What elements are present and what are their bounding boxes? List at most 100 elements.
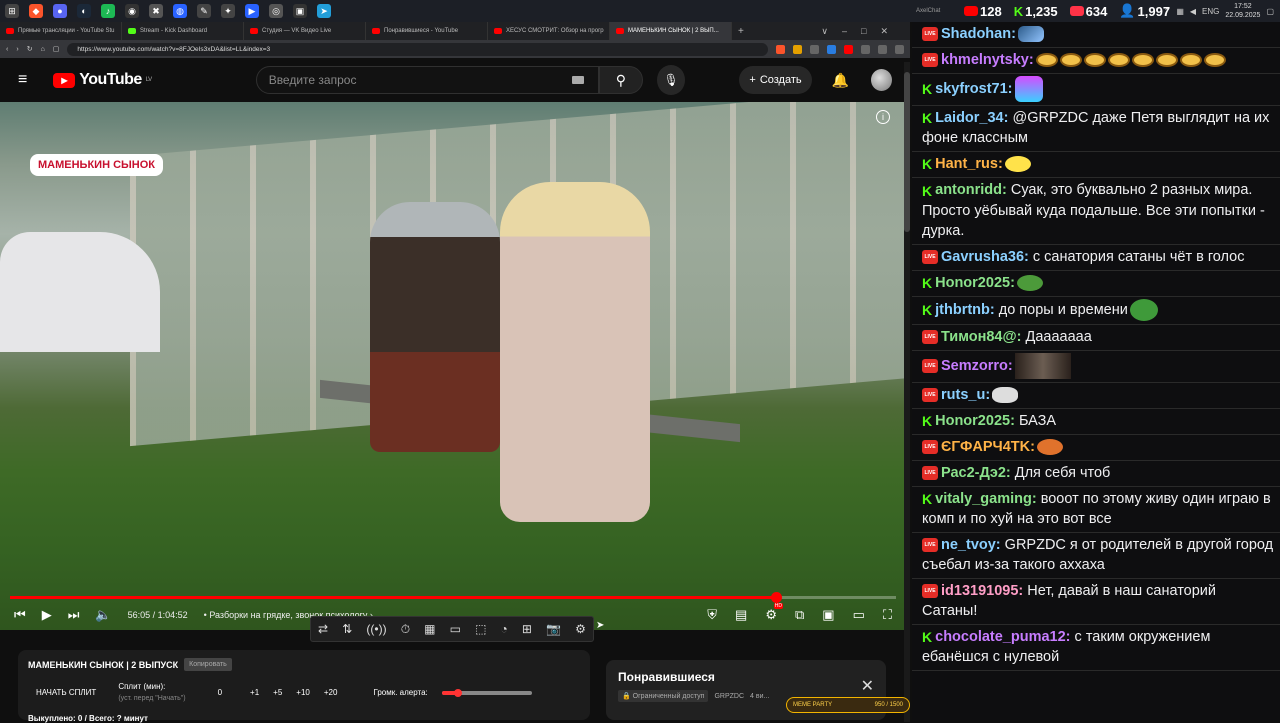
close-icon[interactable]: ✕ — [861, 676, 874, 696]
browser-tab[interactable]: Прямые трансляции - YouTube Stu — [0, 22, 122, 40]
alert-volume-knob[interactable] — [453, 688, 462, 697]
url-field[interactable]: https://www.youtube.com/watch?v=8FJOeIs3… — [67, 42, 768, 56]
window-controls[interactable]: ∨–□✕ — [821, 26, 910, 37]
steam-icon[interactable]: ◐ — [77, 4, 91, 18]
chat-username[interactable]: ne_tvoy: — [941, 537, 1001, 553]
chat-username[interactable]: Honor2025: — [935, 413, 1015, 429]
chat-username[interactable]: Hant_rus: — [935, 156, 1003, 172]
new-tab-button[interactable]: + — [738, 26, 744, 37]
sort-icon[interactable]: ⇅ — [342, 622, 352, 636]
app-icon[interactable]: ✖ — [149, 4, 163, 18]
chat-username[interactable]: ruts_u: — [941, 387, 990, 403]
scrollbar-thumb[interactable] — [904, 72, 910, 232]
browser-tab[interactable]: ХЕСУС СМОТРИТ: Обзор на прогр — [488, 22, 610, 40]
speed-icon[interactable]: ⏱ — [401, 622, 410, 637]
hamburger-menu-icon[interactable]: ≡ — [18, 71, 33, 89]
back-icon[interactable]: ‹ — [6, 46, 8, 53]
create-button[interactable]: + Создать — [739, 66, 812, 94]
play-icon[interactable]: ▶ — [42, 607, 52, 623]
browser-tab[interactable]: Stream - Kick Dashboard — [122, 22, 244, 40]
subtitles-icon[interactable]: ▤ — [735, 607, 747, 623]
browser-tab-active[interactable]: МАМЕНЬКИН СЫНОК | 2 ВЫП... — [610, 22, 732, 40]
chat-username[interactable]: id13191095: — [941, 583, 1023, 599]
browser-tab[interactable]: Студия — VK Видео Live — [244, 22, 366, 40]
settings-icon[interactable]: ⚙ — [765, 603, 783, 623]
chat-username[interactable]: khmelnytsky: — [941, 52, 1034, 68]
brave-icon[interactable]: ◆ — [29, 4, 43, 18]
extension-icon[interactable] — [793, 44, 802, 54]
audio-icon[interactable]: ((•)) — [366, 622, 386, 636]
miniplayer-icon[interactable]: ⧉ — [795, 607, 804, 623]
app-icon[interactable]: ▶ — [245, 4, 259, 18]
add-icon[interactable]: ⊞ — [522, 622, 532, 636]
app-icon[interactable]: ✎ — [197, 4, 211, 18]
home-icon[interactable]: ⌂ — [41, 46, 45, 53]
settings-icon[interactable]: ⚙ — [575, 622, 586, 636]
crop-icon[interactable]: ⬚ — [475, 622, 486, 636]
chat-username[interactable]: Shadohan: — [941, 26, 1016, 42]
chat-username[interactable]: Semzorro: — [941, 358, 1013, 374]
telegram-icon[interactable]: ➤ — [317, 4, 331, 18]
pip-icon[interactable]: ▣ — [822, 607, 834, 623]
chat-username[interactable]: Gavrusha36: — [941, 249, 1029, 265]
chat-username[interactable]: chocolate_puma12: — [935, 629, 1070, 645]
start-split-button[interactable]: НАЧАТЬ СПЛИТ — [28, 688, 104, 697]
fullscreen-icon[interactable]: ⛶ — [883, 607, 892, 623]
extension-icon[interactable] — [861, 44, 870, 54]
browser-tab[interactable]: Понравившиеся - YouTube — [366, 22, 488, 40]
bell-icon[interactable]: 🔔 — [832, 72, 849, 89]
windows-icon[interactable]: ⊞ — [5, 4, 19, 18]
voice-search-button[interactable]: 🎙 — [656, 65, 686, 95]
app-icon[interactable]: ◎ — [269, 4, 283, 18]
progress-bar[interactable] — [10, 592, 896, 603]
aspect-icon[interactable]: ▭ — [450, 622, 461, 636]
add-5-button[interactable]: +5 — [273, 688, 282, 697]
obs-icon[interactable]: ◉ — [125, 4, 139, 18]
search-button[interactable]: ⚲ — [598, 66, 643, 94]
reload-icon[interactable]: ↻ — [27, 45, 33, 53]
scrollbar[interactable] — [904, 62, 910, 722]
discord-icon[interactable]: ● — [53, 4, 67, 18]
add-1-button[interactable]: +1 — [250, 688, 259, 697]
chat-username[interactable]: Рас2-Дэ2: — [941, 465, 1011, 481]
menu-icon[interactable] — [895, 44, 904, 54]
sponsorblock-icon[interactable]: ⛨ — [707, 607, 717, 623]
chat-username[interactable]: antonridd: — [935, 182, 1007, 198]
youtube-logo[interactable]: ▶ YouTube LV — [53, 71, 152, 89]
gauge-icon[interactable]: ◔ — [501, 622, 508, 636]
spotify-icon[interactable]: ♪ — [101, 4, 115, 18]
repeat-icon[interactable]: ⇄ — [318, 622, 328, 636]
channel-name[interactable]: GRPZDC — [714, 693, 744, 700]
add-10-button[interactable]: +10 — [296, 688, 310, 697]
split-value[interactable]: 0 — [218, 688, 222, 697]
search-input[interactable]: Введите запрос — [255, 66, 599, 94]
app-icon[interactable]: ✦ — [221, 4, 235, 18]
chat-username[interactable]: ЄΓФΑΡЧ4ΤΚ: — [941, 439, 1035, 455]
avatar[interactable] — [871, 69, 892, 91]
extension-icon[interactable] — [810, 44, 819, 54]
chat-username[interactable]: vitaly_gaming: — [935, 491, 1037, 507]
forward-icon[interactable]: › — [16, 46, 18, 53]
brave-shield-icon[interactable] — [776, 44, 785, 54]
camera-icon[interactable]: 📷 — [546, 622, 561, 636]
chat-username[interactable]: Laidor_34: — [935, 110, 1008, 126]
extension-icon[interactable] — [878, 44, 887, 54]
volume-icon[interactable]: 🔈 — [95, 607, 111, 623]
chat-username[interactable]: jthbrtnb: — [935, 302, 995, 318]
previous-icon[interactable]: ⏮ — [14, 607, 26, 623]
next-icon[interactable]: ⏭ — [68, 607, 80, 623]
app-icon[interactable]: ▣ — [293, 4, 307, 18]
add-20-button[interactable]: +20 — [324, 688, 338, 697]
bookmark-icon[interactable]: ▢ — [53, 45, 60, 53]
copy-button[interactable]: Копировать — [184, 658, 232, 671]
film-icon[interactable]: ▦ — [424, 622, 435, 636]
keyboard-icon[interactable] — [571, 76, 584, 84]
chat-username[interactable]: Honor2025: — [935, 275, 1015, 291]
extension-icon[interactable] — [844, 44, 853, 54]
app-icon[interactable]: ◍ — [173, 4, 187, 18]
chat-username[interactable]: Тимон84@: — [941, 329, 1021, 345]
playlist-title[interactable]: Понравившиеся — [618, 670, 874, 684]
info-icon[interactable]: i — [876, 110, 890, 124]
theater-mode-icon[interactable]: ▭ — [853, 607, 865, 623]
extension-icon[interactable] — [827, 44, 836, 54]
